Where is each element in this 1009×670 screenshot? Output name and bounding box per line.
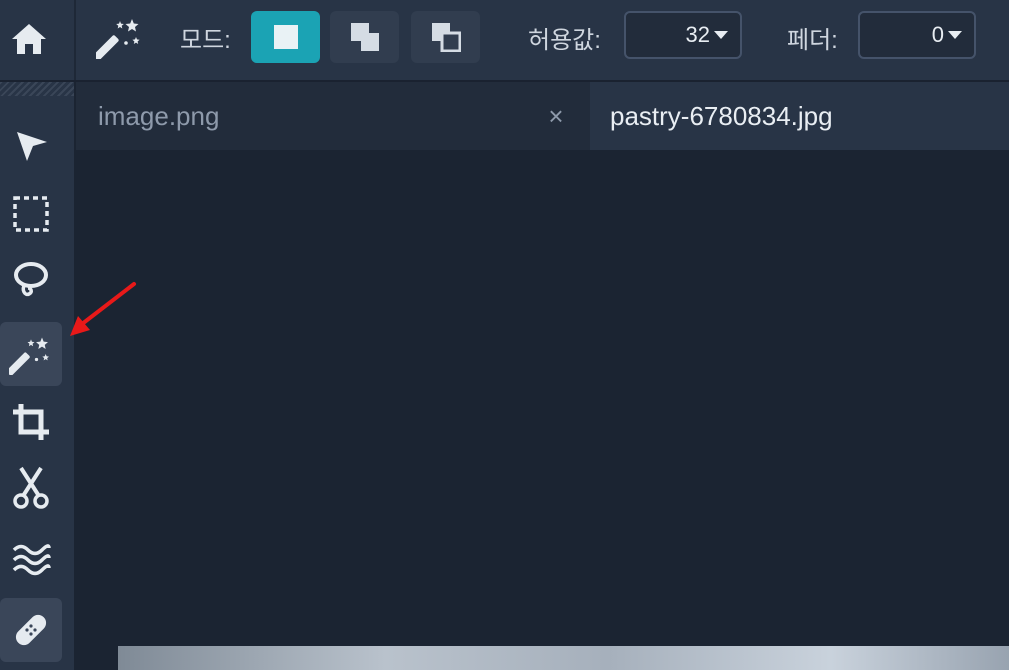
sidebar-grip[interactable] xyxy=(0,82,74,96)
tolerance-value: 32 xyxy=(685,22,710,47)
home-icon xyxy=(12,24,46,54)
magic-wand-tool-button[interactable] xyxy=(0,322,62,386)
rect-marquee-icon xyxy=(13,196,49,232)
magic-wand-icon xyxy=(9,337,49,375)
magic-wand-icon xyxy=(96,19,140,59)
new-selection-button[interactable] xyxy=(251,11,320,63)
lasso-tool-button[interactable] xyxy=(0,248,62,312)
liquify-tool-button[interactable] xyxy=(0,528,62,592)
cut-tool-button[interactable] xyxy=(0,456,62,520)
top-toolbar: 모드: 허용값: 32 페더: 0 xyxy=(0,0,1009,82)
chevron-down-icon xyxy=(714,31,728,39)
add-selection-button[interactable] xyxy=(330,11,399,63)
current-tool-indicator xyxy=(92,12,148,62)
tab-label: image.png xyxy=(98,100,220,131)
select-arrow-icon xyxy=(17,132,47,161)
tab-image-png[interactable]: image.png xyxy=(76,82,588,150)
document-tabbar: image.png × pastry-6780834.jpg xyxy=(76,82,1009,150)
subtract-selection-button[interactable] xyxy=(411,11,480,63)
close-icon: × xyxy=(548,100,564,131)
tab-pastry-jpg[interactable]: pastry-6780834.jpg xyxy=(590,82,1009,150)
crop-icon xyxy=(13,404,49,440)
tolerance-label: 허용값: xyxy=(528,27,601,54)
document-image-edge[interactable] xyxy=(118,646,1009,670)
feather-label: 페더: xyxy=(787,27,838,54)
add-selection-icon xyxy=(350,23,379,51)
toolbar-divider xyxy=(74,0,76,80)
chevron-down-icon xyxy=(948,31,962,39)
move-tool-button[interactable] xyxy=(0,114,62,178)
heal-tool-button[interactable] xyxy=(0,598,62,662)
annotation-arrow-icon xyxy=(70,282,136,336)
marquee-tool-button[interactable] xyxy=(0,182,62,246)
tolerance-dropdown[interactable]: 32 xyxy=(624,11,742,59)
home-button[interactable] xyxy=(6,14,52,64)
feather-dropdown[interactable]: 0 xyxy=(858,11,976,59)
lasso-icon xyxy=(14,262,48,297)
mode-label: 모드: xyxy=(180,27,231,54)
tab-label: pastry-6780834.jpg xyxy=(610,100,833,131)
editor-canvas[interactable] xyxy=(76,150,1009,670)
new-selection-icon xyxy=(273,25,298,49)
feather-value: 0 xyxy=(931,22,944,47)
close-tab-button[interactable]: × xyxy=(542,100,570,131)
liquify-wave-icon xyxy=(12,544,51,576)
tool-sidebar xyxy=(0,82,74,670)
bandage-heal-icon xyxy=(15,614,47,646)
subtract-selection-icon xyxy=(431,23,461,52)
scissors-icon xyxy=(13,466,49,509)
crop-tool-button[interactable] xyxy=(0,390,62,454)
